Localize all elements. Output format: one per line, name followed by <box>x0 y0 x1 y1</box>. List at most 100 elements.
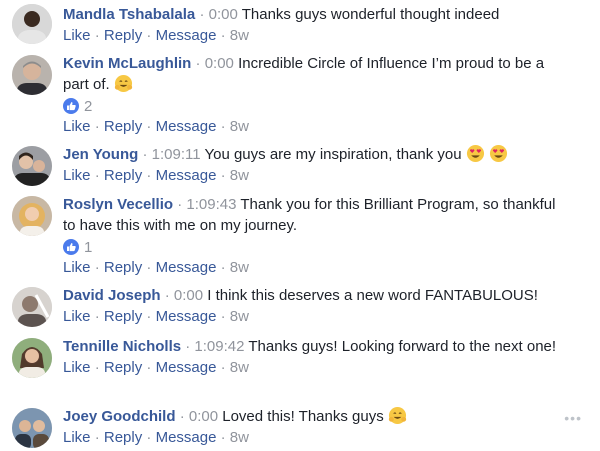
comment-author[interactable]: Tennille Nicholls <box>63 338 181 355</box>
separator: · <box>94 27 100 44</box>
reply-link[interactable]: Reply <box>104 259 142 276</box>
comment-text-line: David Joseph · 0:00 I think this deserve… <box>63 285 560 306</box>
like-link[interactable]: Like <box>63 308 91 325</box>
comment-text: You guys are my inspiration, thank you <box>204 146 462 163</box>
comment-age[interactable]: 8w <box>230 259 249 276</box>
avatar[interactable] <box>12 4 52 44</box>
comment-text-line: Mandla Tshabalala · 0:00 Thanks guys won… <box>63 4 560 25</box>
comment-text-line: Roslyn Vecellio · 1:09:43 Thank you for … <box>63 194 560 236</box>
message-link[interactable]: Message <box>156 27 217 44</box>
reply-link[interactable]: Reply <box>104 27 142 44</box>
hugging-face-emoji-icon <box>388 406 407 425</box>
separator: · <box>220 429 226 446</box>
message-link[interactable]: Message <box>156 359 217 376</box>
separator: · <box>220 27 226 44</box>
comment-text-line: Joey Goodchild · 0:00 Loved this! Thanks… <box>63 406 560 427</box>
separator: · <box>220 167 226 184</box>
separator: · <box>220 359 226 376</box>
comment-text: Thanks guys! Looking forward to the next… <box>248 338 557 355</box>
separator: · <box>220 118 226 135</box>
video-timestamp[interactable]: 0:00 <box>205 55 234 72</box>
separator: · <box>185 338 191 355</box>
like-icon <box>63 98 79 114</box>
avatar[interactable] <box>12 55 52 95</box>
separator: · <box>146 259 152 276</box>
separator: · <box>94 118 100 135</box>
reaction-count: 2 <box>84 97 93 115</box>
comment-text: Thanks guys wonderful thought indeed <box>241 6 500 23</box>
message-link[interactable]: Message <box>156 429 217 446</box>
separator: · <box>94 167 100 184</box>
comment-age[interactable]: 8w <box>230 27 249 44</box>
separator: · <box>146 118 152 135</box>
comment-actions: Like · Reply · Message · 8w <box>63 428 560 448</box>
separator: · <box>94 259 100 276</box>
reply-link[interactable]: Reply <box>104 429 142 446</box>
like-link[interactable]: Like <box>63 27 91 44</box>
message-link[interactable]: Message <box>156 118 217 135</box>
comment-text-line: Kevin McLaughlin · 0:00 Incredible Circl… <box>63 53 560 95</box>
comment-age[interactable]: 8w <box>230 118 249 135</box>
avatar[interactable] <box>12 408 52 448</box>
separator: · <box>142 146 148 163</box>
video-timestamp[interactable]: 0:00 <box>174 287 203 304</box>
separator: · <box>179 408 185 425</box>
video-timestamp[interactable]: 0:00 <box>209 6 238 23</box>
video-timestamp[interactable]: 1:09:43 <box>186 196 236 213</box>
separator: · <box>195 55 201 72</box>
comment-age[interactable]: 8w <box>230 429 249 446</box>
comment-author[interactable]: David Joseph <box>63 287 161 304</box>
avatar[interactable] <box>12 146 52 186</box>
reply-link[interactable]: Reply <box>104 359 142 376</box>
comment-author[interactable]: Jen Young <box>63 146 138 163</box>
separator: · <box>164 287 170 304</box>
message-link[interactable]: Message <box>156 259 217 276</box>
comment-actions: Like · Reply · Message · 8w <box>63 26 560 46</box>
separator: · <box>146 308 152 325</box>
comment-author[interactable]: Joey Goodchild <box>63 408 176 425</box>
more-options-icon[interactable]: ••• <box>564 410 582 426</box>
video-timestamp[interactable]: 1:09:11 <box>152 146 201 163</box>
separator: · <box>94 429 100 446</box>
reply-link[interactable]: Reply <box>104 118 142 135</box>
comment-actions: Like · Reply · Message · 8w <box>63 117 560 137</box>
separator: · <box>146 359 152 376</box>
reaction-summary[interactable]: 1 <box>63 237 560 257</box>
like-link[interactable]: Like <box>63 118 91 135</box>
comment-actions: Like · Reply · Message · 8w <box>63 358 560 378</box>
separator: · <box>146 429 152 446</box>
like-link[interactable]: Like <box>63 167 91 184</box>
separator: · <box>146 27 152 44</box>
message-link[interactable]: Message <box>156 167 217 184</box>
avatar[interactable] <box>12 287 52 327</box>
reaction-summary[interactable]: 2 <box>63 96 560 116</box>
heart-eyes-emoji-icon <box>489 144 508 163</box>
separator: · <box>94 308 100 325</box>
video-timestamp[interactable]: 1:09:42 <box>194 338 244 355</box>
avatar[interactable] <box>12 196 52 236</box>
comment-author[interactable]: Roslyn Vecellio <box>63 196 173 213</box>
comment-text-line: Tennille Nicholls · 1:09:42 Thanks guys!… <box>63 336 560 357</box>
video-timestamp[interactable]: 0:00 <box>189 408 218 425</box>
comment-actions: Like · Reply · Message · 8w <box>63 258 560 278</box>
like-link[interactable]: Like <box>63 359 91 376</box>
like-link[interactable]: Like <box>63 429 91 446</box>
separator: · <box>94 359 100 376</box>
comment-text: Loved this! Thanks guys <box>222 408 384 425</box>
comment-age[interactable]: 8w <box>230 308 249 325</box>
comment-age[interactable]: 8w <box>230 167 249 184</box>
separator: · <box>177 196 183 213</box>
reply-link[interactable]: Reply <box>104 308 142 325</box>
comment-age[interactable]: 8w <box>230 359 249 376</box>
comment-actions: Like · Reply · Message · 8w <box>63 166 560 186</box>
separator: · <box>199 6 205 23</box>
comment-actions: Like · Reply · Message · 8w <box>63 307 560 327</box>
reply-link[interactable]: Reply <box>104 167 142 184</box>
message-link[interactable]: Message <box>156 308 217 325</box>
comment-text: I think this deserves a new word FANTABU… <box>207 287 538 304</box>
like-link[interactable]: Like <box>63 259 91 276</box>
hugging-face-emoji-icon <box>114 74 133 93</box>
avatar[interactable] <box>12 338 52 378</box>
comment-author[interactable]: Kevin McLaughlin <box>63 55 191 72</box>
comment-author[interactable]: Mandla Tshabalala <box>63 6 195 23</box>
